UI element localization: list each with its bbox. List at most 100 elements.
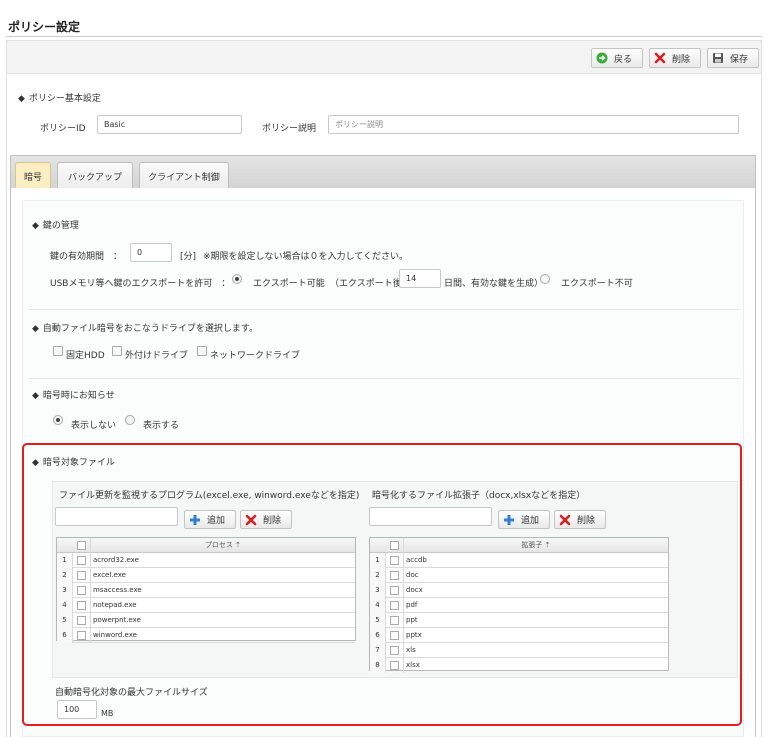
table-row[interactable]: 3 docx bbox=[370, 583, 668, 598]
row-checkbox[interactable] bbox=[390, 661, 399, 670]
table-row[interactable]: 4 pdf bbox=[370, 598, 668, 613]
policy-description-input[interactable] bbox=[328, 115, 739, 134]
table-row[interactable]: 4 notepad.exe bbox=[57, 598, 355, 613]
notice-hide-radio[interactable] bbox=[53, 415, 63, 425]
extensions-title: 暗号化するファイル拡張子（docx,xlsxなどを指定） bbox=[372, 491, 586, 501]
add-extension-button[interactable]: 追加 bbox=[498, 510, 550, 529]
external-drive-label: 外付けドライブ bbox=[125, 351, 189, 361]
add-program-button[interactable]: 追加 bbox=[184, 510, 236, 529]
row-checkbox[interactable] bbox=[77, 586, 86, 595]
key-validity-input[interactable] bbox=[130, 243, 172, 262]
save-disk-icon bbox=[712, 52, 724, 64]
export-days-input[interactable] bbox=[399, 269, 441, 288]
section-divider bbox=[28, 378, 740, 379]
diamond-bullet-icon: ◆ bbox=[32, 458, 39, 468]
tab-client-control[interactable]: クライアント制御 bbox=[139, 162, 229, 189]
plus-icon bbox=[189, 514, 201, 526]
export-after-label: （エクスポート後 bbox=[330, 279, 402, 289]
table-row[interactable]: 5 ppt bbox=[370, 613, 668, 628]
select-all-checkbox[interactable] bbox=[390, 541, 399, 550]
delete-button-label: 削除 bbox=[672, 54, 691, 65]
table-row[interactable]: 8 xlsx bbox=[370, 658, 668, 673]
network-drive-checkbox[interactable] bbox=[197, 346, 207, 356]
row-checkbox[interactable] bbox=[390, 601, 399, 610]
process-column-header[interactable]: プロセス ⇡ bbox=[90, 538, 355, 553]
row-checkbox[interactable] bbox=[77, 556, 86, 565]
key-validity-note: ※期限を設定しない場合は０を入力してください。 bbox=[203, 252, 409, 262]
back-arrow-icon bbox=[596, 52, 608, 64]
toolbar: 戻る 削除 保存 bbox=[6, 40, 762, 74]
back-button-label: 戻る bbox=[614, 54, 633, 65]
tab-backup[interactable]: バックアップ bbox=[57, 162, 133, 189]
notice-hide-label: 表示しない bbox=[71, 421, 117, 431]
export-allowed-radio[interactable] bbox=[232, 274, 242, 284]
delete-program-button[interactable]: 削除 bbox=[240, 510, 292, 529]
table-row[interactable]: 6 pptx bbox=[370, 628, 668, 643]
back-button[interactable]: 戻る bbox=[591, 48, 643, 68]
notice-show-radio[interactable] bbox=[125, 415, 135, 425]
row-checkbox[interactable] bbox=[77, 616, 86, 625]
save-button-label: 保存 bbox=[730, 54, 749, 65]
max-file-size-label: 自動暗号化対象の最大ファイルサイズ bbox=[55, 688, 208, 698]
diamond-bullet-icon: ◆ bbox=[32, 221, 39, 231]
policy-description-label: ポリシー説明 bbox=[262, 124, 317, 134]
diamond-bullet-icon: ◆ bbox=[32, 391, 39, 401]
row-checkbox[interactable] bbox=[390, 631, 399, 640]
delete-button[interactable]: 削除 bbox=[649, 48, 701, 68]
sort-icon: ⇡ bbox=[235, 541, 242, 549]
table-row[interactable]: 7 xls bbox=[370, 643, 668, 658]
diamond-bullet-icon: ◆ bbox=[32, 324, 39, 334]
save-button[interactable]: 保存 bbox=[707, 48, 759, 68]
policy-id-input[interactable] bbox=[97, 115, 242, 134]
row-checkbox[interactable] bbox=[390, 556, 399, 565]
row-checkbox[interactable] bbox=[390, 571, 399, 580]
programs-grid: プロセス ⇡ 1 acrord32.exe 2 excel.exe 3 msacces… bbox=[56, 537, 356, 643]
row-checkbox[interactable] bbox=[77, 601, 86, 610]
policy-id-label: ポリシーID bbox=[40, 124, 86, 134]
fixed-hdd-label: 固定HDD bbox=[66, 351, 105, 361]
select-all-checkbox[interactable] bbox=[77, 541, 86, 550]
title-divider bbox=[6, 36, 762, 37]
table-row[interactable]: 1 accdb bbox=[370, 553, 668, 568]
drives-heading: ◆ 自動ファイル暗号をおこなうドライブを選択します。 bbox=[32, 324, 259, 334]
delete-extension-button[interactable]: 削除 bbox=[554, 510, 606, 529]
table-row[interactable]: 2 excel.exe bbox=[57, 568, 355, 583]
export-days-suffix: 日間、有効な鍵を生成） bbox=[444, 279, 544, 289]
row-checkbox[interactable] bbox=[390, 646, 399, 655]
grid-header: プロセス ⇡ bbox=[57, 538, 355, 553]
grid-header: 拡張子 ⇡ bbox=[370, 538, 668, 553]
row-checkbox[interactable] bbox=[77, 571, 86, 580]
diamond-bullet-icon: ◆ bbox=[18, 94, 25, 104]
usb-export-label: USBメモリ等へ鍵のエクスポートを許可 ： bbox=[50, 279, 231, 289]
fixed-hdd-checkbox[interactable] bbox=[53, 346, 63, 356]
table-row[interactable]: 5 powerpnt.exe bbox=[57, 613, 355, 628]
tab-bar: 暗号 バックアップ クライアント制御 bbox=[10, 155, 756, 189]
sort-icon: ⇡ bbox=[544, 541, 551, 549]
extension-input[interactable] bbox=[369, 507, 492, 526]
export-allowed-label: エクスポート可能 bbox=[253, 279, 325, 289]
table-row[interactable]: 6 winword.exe bbox=[57, 628, 355, 643]
external-drive-checkbox[interactable] bbox=[112, 346, 122, 356]
table-row[interactable]: 1 acrord32.exe bbox=[57, 553, 355, 568]
plus-icon bbox=[503, 514, 515, 526]
row-checkbox[interactable] bbox=[77, 631, 86, 640]
row-checkbox[interactable] bbox=[390, 586, 399, 595]
target-files-heading: ◆ 暗号対象ファイル bbox=[32, 458, 115, 468]
export-denied-label: エクスポート不可 bbox=[561, 279, 633, 289]
export-denied-radio[interactable] bbox=[540, 274, 550, 284]
notice-heading: ◆ 暗号時にお知らせ bbox=[32, 391, 115, 401]
program-input[interactable] bbox=[55, 507, 178, 526]
tab-encryption[interactable]: 暗号 bbox=[15, 162, 51, 189]
delete-x-icon bbox=[559, 514, 571, 526]
max-file-size-input[interactable] bbox=[57, 700, 97, 719]
programs-title: ファイル更新を監視するプログラム(excel.exe, winword.exeな… bbox=[59, 491, 360, 501]
network-drive-label: ネットワークドライブ bbox=[210, 351, 301, 361]
delete-x-icon bbox=[654, 52, 666, 64]
table-row[interactable]: 3 msaccess.exe bbox=[57, 583, 355, 598]
key-validity-unit: [分] bbox=[180, 252, 197, 262]
extension-column-header[interactable]: 拡張子 ⇡ bbox=[403, 538, 668, 553]
notice-show-label: 表示する bbox=[143, 421, 180, 431]
table-row[interactable]: 2 doc bbox=[370, 568, 668, 583]
row-checkbox[interactable] bbox=[390, 616, 399, 625]
key-validity-label: 鍵の有効期間 ： bbox=[50, 252, 123, 262]
